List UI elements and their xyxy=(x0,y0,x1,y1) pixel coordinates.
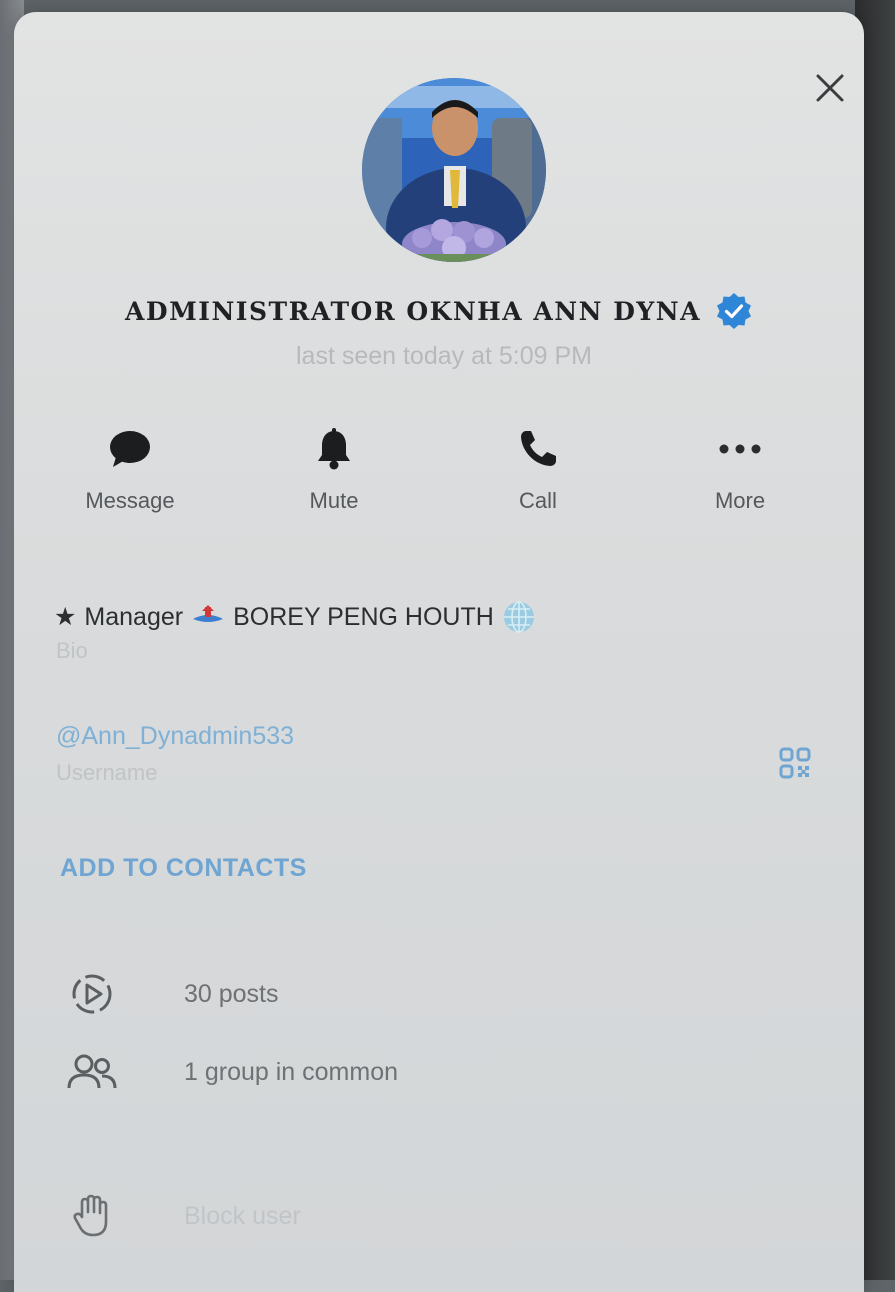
posts-count: 30 posts xyxy=(184,979,279,1008)
bell-icon xyxy=(318,428,350,470)
chat-bubble-icon xyxy=(110,431,150,467)
profile-panel: ADMINISTRATOR OKNHA ANN DYNA last seen t… xyxy=(14,12,864,1292)
verified-badge-icon xyxy=(716,293,751,329)
more-button[interactable]: More xyxy=(670,424,810,514)
qr-code-button[interactable] xyxy=(778,746,812,780)
block-user-text: Block user xyxy=(184,1201,301,1230)
block-user-button[interactable]: Block user xyxy=(64,1192,301,1240)
message-label: Message xyxy=(85,488,175,513)
avatar[interactable] xyxy=(362,78,546,262)
message-button[interactable]: Message xyxy=(60,424,200,514)
call-label: Call xyxy=(519,488,557,513)
phone-icon xyxy=(521,431,556,466)
bio-role: Manager xyxy=(84,602,184,631)
bio-text: ★ Manager BOREY PENG HOUTH xyxy=(54,600,536,634)
more-label: More xyxy=(714,488,766,513)
groups-in-common-text: 1 group in common xyxy=(184,1057,399,1086)
bio-company: BOREY PENG HOUTH xyxy=(233,602,494,631)
call-button[interactable]: Call xyxy=(468,424,608,514)
close-button[interactable] xyxy=(810,68,850,108)
star-glyph: ★ xyxy=(54,603,77,631)
close-icon xyxy=(816,74,844,102)
profile-photo xyxy=(362,78,546,262)
add-to-contacts-button[interactable]: ADD TO CONTACTS xyxy=(60,854,307,883)
mute-button[interactable]: Mute xyxy=(264,424,404,514)
company-logo-icon xyxy=(193,605,224,622)
qr-code-icon xyxy=(779,747,811,779)
globe-icon xyxy=(503,601,534,633)
username-caption: Username xyxy=(56,760,158,785)
ellipsis-icon xyxy=(719,444,761,454)
name-row: ADMINISTRATOR OKNHA ANN DYNA xyxy=(14,292,864,330)
mute-label: Mute xyxy=(309,488,359,513)
group-icon xyxy=(67,1054,117,1089)
username-value[interactable]: @Ann_Dynadmin533 xyxy=(56,722,294,751)
last-seen-status: last seen today at 5:09 PM xyxy=(295,342,592,370)
profile-name: ADMINISTRATOR OKNHA ANN DYNA xyxy=(125,296,701,326)
posts-row[interactable]: 30 posts xyxy=(64,970,279,1018)
hand-stop-icon xyxy=(73,1194,108,1237)
bio-caption: Bio xyxy=(56,638,88,663)
groups-in-common-row[interactable]: 1 group in common xyxy=(64,1048,398,1096)
stories-icon xyxy=(72,974,112,1014)
